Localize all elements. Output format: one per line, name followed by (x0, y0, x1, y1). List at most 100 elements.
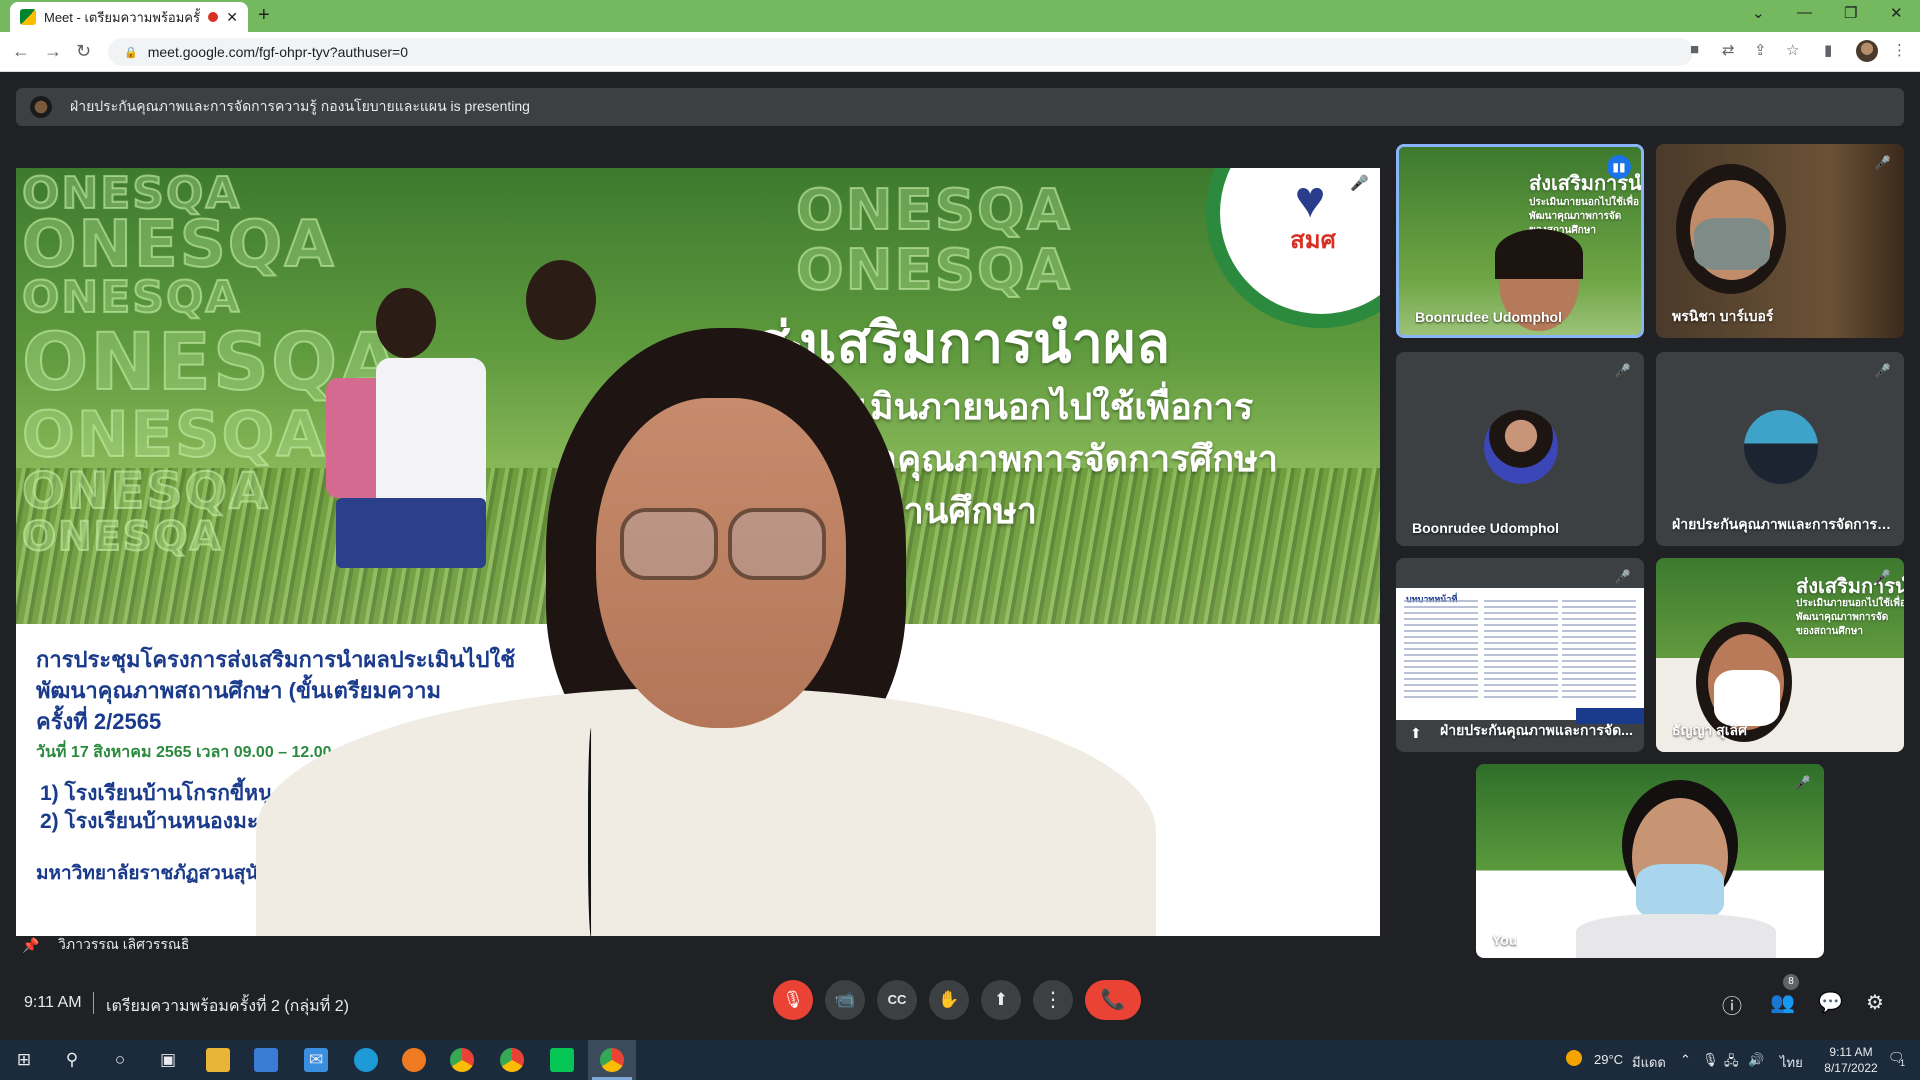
camera-icon[interactable]: 📹 (825, 980, 865, 1020)
slide-watermark: ONESQA (795, 177, 1073, 244)
translate-icon[interactable]: ⇄ (1722, 41, 1735, 59)
profile-avatar[interactable] (1856, 40, 1878, 62)
participant-tile[interactable]: 🎤 พรนิชา บาร์เบอร์ (1656, 144, 1904, 338)
tile-slide-sub: พัฒนาคุณภาพการจัด (1796, 612, 1889, 623)
participant-tile[interactable]: บทบาทหน้าที่ 🎤 ⬆ ฝ่ายประกันคุณภาพและการจ… (1396, 558, 1644, 752)
main-stage-presentation[interactable]: ONESQA ONESQA ONESQA ONESQA ONESQA ONESQ… (16, 168, 1380, 936)
stage-caption: 📌 วิภาวรรณ เลิศวรรณธิ (22, 934, 189, 956)
restore-button[interactable]: ❐ (1844, 4, 1857, 22)
raise-hand-icon[interactable]: ✋ (929, 980, 969, 1020)
meeting-title-line1: การประชุมโครงการส่งเสริมการนำผลประเมินไป… (36, 647, 516, 672)
slide-watermark: ONESQA (21, 271, 242, 324)
meeting-clock: 9:11 AM (24, 994, 82, 1011)
windows-taskbar: ⊞ ⚲ ○ ▣ ✉ 29°C มีแดด ⌃ 🎙 🖧 🔊 ไทย 9:11 AM… (0, 1040, 1920, 1080)
input-language[interactable]: ไทย (1780, 1052, 1803, 1073)
share-icon[interactable]: ⇪ (1754, 41, 1767, 59)
divider (93, 992, 94, 1014)
cortana-icon[interactable]: ○ (108, 1048, 132, 1072)
glasses-right (728, 508, 826, 580)
bookmark-star-icon[interactable]: ☆ (1786, 41, 1799, 59)
tab-search-icon[interactable]: ⌄ (1752, 4, 1765, 22)
participant-tile[interactable]: 🎤 ฝ่ายประกันคุณภาพและการจัดการค... (1656, 352, 1904, 546)
self-view-tile[interactable]: 🎤 You (1476, 764, 1824, 958)
search-icon[interactable]: ⚲ (60, 1048, 84, 1072)
windows-start-icon[interactable]: ⊞ (12, 1048, 36, 1072)
weather-condition[interactable]: มีแดด (1632, 1052, 1666, 1073)
participant-name: พรนิชา บาร์เบอร์ (1672, 308, 1774, 324)
show-hidden-icons-chevron-icon[interactable]: ⌃ (1680, 1052, 1691, 1068)
people-icon[interactable]: 👥 (1770, 990, 1795, 1015)
face-mask (1636, 864, 1724, 920)
doc-column (1484, 600, 1558, 700)
mic-off-icon[interactable]: 🎙 (773, 980, 813, 1020)
network-icon[interactable]: 🖧 (1724, 1052, 1739, 1074)
participant-shirt (1576, 914, 1776, 958)
more-options-icon[interactable]: ⋮ (1033, 980, 1073, 1020)
mic-off-icon: 🎤 (1794, 775, 1812, 790)
participant-name: You (1492, 932, 1518, 948)
file-explorer-icon[interactable] (206, 1048, 230, 1072)
microphone-tray-icon[interactable]: 🎙 (1702, 1052, 1719, 1068)
doc-column (1562, 600, 1636, 700)
speaking-indicator-icon: ▮▮ (1607, 155, 1631, 179)
recording-indicator-icon (208, 12, 219, 22)
address-bar[interactable]: 🔒 meet.google.com/fgf-ohpr-tyv?authuser=… (108, 38, 1693, 66)
browser-menu-icon[interactable]: ⋮ (1892, 41, 1907, 59)
chat-icon[interactable]: 💬 (1818, 990, 1843, 1015)
stage-caption-name: วิภาวรรณ เลิศวรรณธิ (58, 936, 190, 952)
slide-meeting-date: วันที่ 17 สิงหาคม 2565 เวลา 09.00 – 12.0… (36, 744, 352, 761)
presenting-banner: ฝ่ายประกันคุณภาพและการจัดการความรู้ กองน… (16, 88, 1904, 126)
participant-name: Boonrudee Udomphol (1415, 309, 1562, 325)
system-clock[interactable]: 9:11 AM 8/17/2022 (1815, 1044, 1887, 1076)
back-arrow-icon[interactable]: ← (12, 41, 30, 62)
task-view-icon[interactable]: ▣ (156, 1048, 180, 1072)
store-icon[interactable] (254, 1048, 278, 1072)
captions-icon[interactable]: CC (877, 980, 917, 1020)
participant-tile[interactable]: ส่งเสริมการนำ ประเมินภายนอกไปใช้เพื่อ พั… (1656, 558, 1904, 752)
activities-icon[interactable]: ⚙ (1866, 990, 1884, 1015)
side-panel-icon[interactable]: ▮ (1824, 41, 1832, 59)
browser-toolbar: ← → ↻ 🔒 meet.google.com/fgf-ohpr-tyv?aut… (0, 32, 1920, 72)
weather-sun-icon[interactable] (1566, 1050, 1582, 1066)
new-tab-button[interactable]: + (258, 4, 270, 27)
slide-watermark: ONESQA (21, 461, 270, 521)
pin-icon[interactable]: 📌 (22, 937, 39, 953)
student-head (376, 288, 436, 358)
microphone-cord (588, 728, 596, 936)
mic-off-icon: 🎤 (1874, 155, 1892, 170)
leave-call-button[interactable]: 📞 (1085, 980, 1141, 1020)
reload-icon[interactable]: ↻ (76, 41, 91, 62)
tile-slide-sub: ของสถานศึกษา (1796, 626, 1863, 637)
firefox-icon[interactable] (402, 1048, 426, 1072)
tab-title: Meet - เตรียมความพร้อมครั้งที่ 2 (44, 9, 200, 25)
lock-icon: 🔒 (124, 46, 138, 59)
chrome-active-icon[interactable] (600, 1048, 624, 1072)
tile-slide-sub: ประเมินภายนอกไปใช้เพื่อ (1796, 598, 1904, 609)
weather-temperature[interactable]: 29°C (1594, 1052, 1623, 1067)
participant-avatar (1744, 410, 1818, 484)
volume-icon[interactable]: 🔊 (1748, 1052, 1764, 1068)
slide-watermark: ONESQA (795, 237, 1073, 304)
forward-arrow-icon[interactable]: → (44, 41, 62, 62)
edge-icon[interactable] (354, 1048, 378, 1072)
participant-name: ธัญญา สุเลิศ (1672, 722, 1747, 738)
chrome-icon[interactable] (450, 1048, 474, 1072)
chrome-profile-icon[interactable] (500, 1048, 524, 1072)
doc-column (1404, 600, 1478, 700)
notification-count: 1 (1900, 1058, 1906, 1068)
mail-icon[interactable]: ✉ (304, 1048, 328, 1072)
present-now-icon[interactable]: ⬆ (981, 980, 1021, 1020)
camera-in-use-icon[interactable]: ■ (1690, 41, 1699, 58)
tab-close-icon[interactable]: ✕ (226, 9, 238, 26)
mic-off-icon: 🎤 (1614, 363, 1632, 378)
minimize-button[interactable]: — (1797, 4, 1812, 21)
browser-tab-meet[interactable]: Meet - เตรียมความพร้อมครั้งที่ 2 ✕ (10, 2, 248, 32)
presenting-screen-icon: ⬆ (1410, 725, 1422, 741)
participant-tile[interactable]: ส่งเสริมการนำ ประเมินภายนอกไปใช้เพื่อ พั… (1396, 144, 1644, 338)
participant-tile[interactable]: 🎤 Boonrudee Udomphol (1396, 352, 1644, 546)
meeting-details-icon[interactable]: ⓘ (1722, 990, 1742, 1019)
mic-off-icon: 🎤 (1350, 175, 1369, 192)
face-mask (1694, 218, 1770, 270)
line-app-icon[interactable] (550, 1048, 574, 1072)
close-window-button[interactable]: ✕ (1890, 4, 1903, 22)
